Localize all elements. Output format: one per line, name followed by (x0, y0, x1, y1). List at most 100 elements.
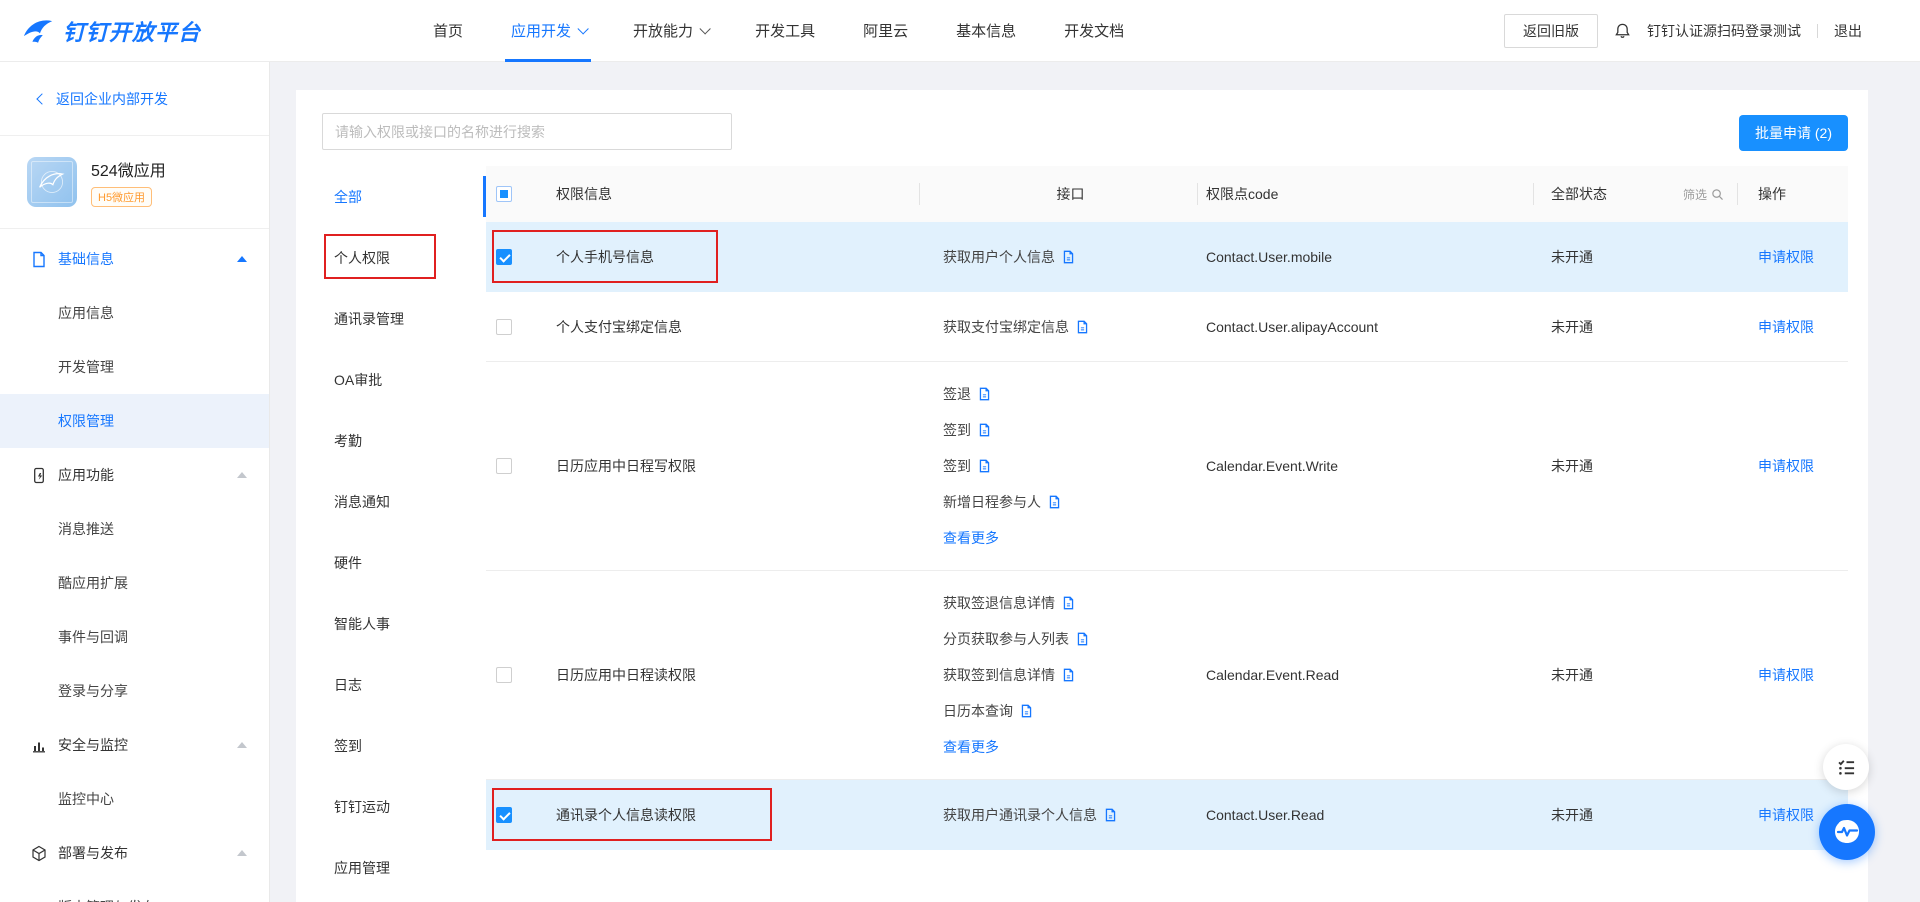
api-name: 签退 (943, 376, 971, 412)
permission-table: 权限信息 接口 权限点code 全部状态 筛选 (486, 166, 1848, 898)
checklist-icon (1836, 757, 1857, 778)
row-checkbox[interactable] (496, 458, 512, 474)
api-link[interactable]: 分页获取参与人列表 (943, 621, 1198, 657)
sidebar-item[interactable]: 监控中心 (0, 772, 269, 826)
nav-item[interactable]: 开放能力 (609, 0, 731, 62)
doc-icon[interactable] (1104, 808, 1117, 822)
apply-permission-link[interactable]: 申请权限 (1758, 249, 1814, 265)
api-link[interactable]: 获取支付宝绑定信息 (943, 309, 1198, 345)
task-list-floating-button[interactable] (1823, 744, 1869, 790)
collapse-arrow-icon[interactable] (237, 256, 247, 262)
api-link[interactable]: 签到 (943, 448, 1198, 484)
row-checkbox[interactable] (496, 319, 512, 335)
doc-icon[interactable] (1020, 704, 1033, 718)
dingtalk-logo[interactable]: 钉钉开放平台 (23, 15, 201, 47)
api-link[interactable]: 获取用户通讯录个人信息 (943, 797, 1198, 833)
view-more-link[interactable]: 查看更多 (943, 520, 1198, 556)
api-link[interactable]: 日历本查询 (943, 693, 1198, 729)
sidebar-item[interactable]: 登录与分享 (0, 664, 269, 718)
logout-link[interactable]: 退出 (1834, 21, 1862, 41)
category-item[interactable]: 钉钉运动 (322, 776, 486, 837)
row-checkbox[interactable] (496, 667, 512, 683)
nav-item-label: 开放能力 (633, 20, 693, 41)
doc-icon[interactable] (1048, 495, 1061, 509)
category-item[interactable]: 硬件 (322, 532, 486, 593)
category-item[interactable]: OA审批 (322, 349, 486, 410)
sidebar-section[interactable]: 基础信息 (0, 232, 269, 286)
api-link[interactable]: 获取签到信息详情 (943, 657, 1198, 693)
status-filter-dropdown[interactable]: 全部状态 (1551, 184, 1607, 204)
search-input[interactable] (322, 113, 732, 150)
api-name: 获取用户个人信息 (943, 239, 1055, 275)
sidebar-section[interactable]: 部署与发布 (0, 826, 269, 880)
nav-item[interactable]: 基本信息 (932, 0, 1040, 62)
api-link[interactable]: 获取签退信息详情 (943, 585, 1198, 621)
status-text: 未开通 (1534, 805, 1738, 825)
apply-permission-link[interactable]: 申请权限 (1758, 319, 1814, 335)
sidebar-section-label: 部署与发布 (58, 843, 128, 863)
doc-icon[interactable] (1062, 596, 1075, 610)
nav-item[interactable]: 首页 (409, 0, 487, 62)
category-item[interactable]: 考勤 (322, 410, 486, 471)
sidebar-item[interactable]: 事件与回调 (0, 610, 269, 664)
category-item[interactable]: 通讯录管理 (322, 288, 486, 349)
permission-name: 个人支付宝绑定信息 (536, 317, 920, 337)
apply-permission-link[interactable]: 申请权限 (1758, 458, 1814, 474)
category-item[interactable]: 个人权限 (322, 227, 486, 288)
nav-item[interactable]: 应用开发 (487, 0, 609, 62)
category-item[interactable]: 日志 (322, 654, 486, 715)
sidebar-item[interactable]: 开发管理 (0, 340, 269, 394)
category-item[interactable]: 全部 (322, 166, 486, 227)
nav-item[interactable]: 开发工具 (731, 0, 839, 62)
doc-icon[interactable] (1076, 320, 1089, 334)
category-item[interactable]: 签到 (322, 715, 486, 776)
category-item[interactable]: 消息通知 (322, 471, 486, 532)
collapse-arrow-icon[interactable] (237, 742, 247, 748)
filter-trigger[interactable]: 筛选 (1683, 186, 1724, 203)
api-link[interactable]: 获取用户个人信息 (943, 239, 1198, 275)
collapse-arrow-icon[interactable] (237, 472, 247, 478)
sidebar-section[interactable]: 应用功能 (0, 448, 269, 502)
doc-icon[interactable] (1076, 632, 1089, 646)
api-link[interactable]: 签到 (943, 412, 1198, 448)
category-label: 应用管理 (334, 858, 390, 878)
select-all-checkbox[interactable] (496, 186, 512, 202)
account-name[interactable]: 钉钉认证源扫码登录测试 (1647, 21, 1801, 41)
category-item[interactable]: 应用管理 (322, 837, 486, 898)
category-item[interactable]: 智能人事 (322, 593, 486, 654)
back-label: 返回企业内部开发 (56, 89, 168, 109)
sidebar-item[interactable]: 酷应用扩展 (0, 556, 269, 610)
doc-icon[interactable] (978, 423, 991, 437)
row-checkbox[interactable] (496, 807, 512, 823)
permission-code: Calendar.Event.Read (1198, 667, 1534, 683)
view-more-link[interactable]: 查看更多 (943, 729, 1198, 765)
back-old-version-button[interactable]: 返回旧版 (1504, 14, 1598, 48)
doc-icon[interactable] (1062, 668, 1075, 682)
sidebar-item[interactable]: 版本管理与发布 (0, 880, 269, 902)
app-card: 524微应用 H5微应用 (0, 136, 269, 229)
document-icon (30, 250, 48, 268)
sidebar-item[interactable]: 应用信息 (0, 286, 269, 340)
nav-item[interactable]: 开发文档 (1040, 0, 1148, 62)
doc-icon[interactable] (978, 459, 991, 473)
api-link[interactable]: 签退 (943, 376, 1198, 412)
sidebar-section[interactable]: 安全与监控 (0, 718, 269, 772)
topbar: 钉钉开放平台 首页应用开发 开放能力 开发工具阿里云基本信息开发文档 返回旧版 钉钉… (0, 0, 1920, 62)
sidebar-item[interactable]: 权限管理 (0, 394, 269, 448)
api-link[interactable]: 新增日程参与人 (943, 484, 1198, 520)
permission-management-panel: 批量申请 (2) 全部个人权限通讯录管理OA审批考勤消息通知硬件智能人事日志签到… (296, 90, 1868, 902)
row-checkbox[interactable] (496, 249, 512, 265)
app-avatar (27, 157, 77, 207)
doc-icon[interactable] (1062, 250, 1075, 264)
apply-permission-link[interactable]: 申请权限 (1758, 807, 1814, 823)
apply-permission-link[interactable]: 申请权限 (1758, 667, 1814, 683)
notification-bell-icon[interactable] (1614, 22, 1631, 39)
back-to-internal-dev-link[interactable]: 返回企业内部开发 (0, 62, 269, 136)
doc-icon[interactable] (978, 387, 991, 401)
sidebar-item[interactable]: 消息推送 (0, 502, 269, 556)
collapse-arrow-icon[interactable] (237, 850, 247, 856)
batch-apply-button[interactable]: 批量申请 (2) (1739, 115, 1848, 151)
status-text: 未开通 (1534, 247, 1738, 267)
nav-item[interactable]: 阿里云 (839, 0, 932, 62)
customer-service-floating-button[interactable] (1819, 804, 1875, 860)
